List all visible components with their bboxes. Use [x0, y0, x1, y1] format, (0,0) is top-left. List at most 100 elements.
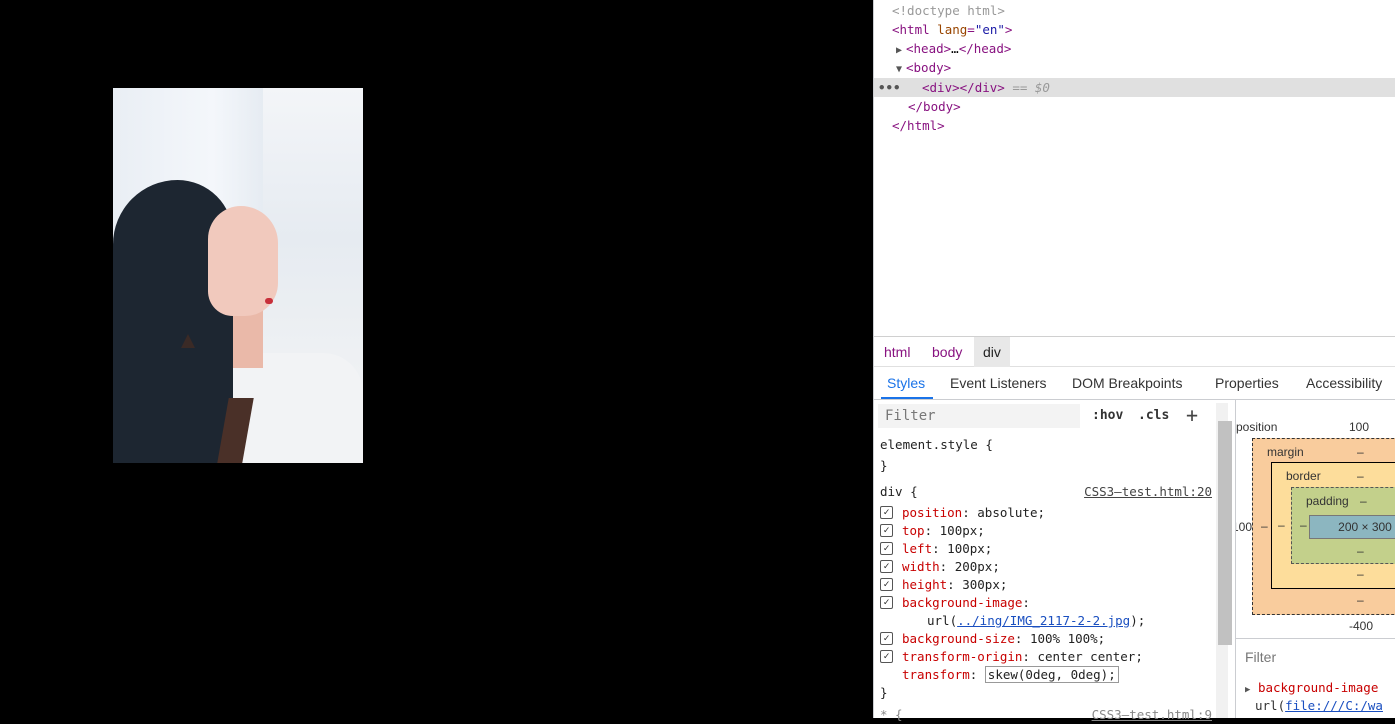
decl-checkbox[interactable]: ✓: [880, 506, 893, 519]
dom-doctype[interactable]: <!doctype html>: [874, 1, 1395, 20]
decl-position[interactable]: position: absolute;: [902, 504, 1045, 522]
transform-value-editor[interactable]: skew(0deg, 0deg);: [984, 666, 1119, 683]
attr-name: lang: [929, 22, 968, 37]
tab-accessibility[interactable]: Accessibility: [1306, 367, 1382, 399]
tab-properties[interactable]: Properties: [1215, 367, 1279, 399]
attr-value: "en": [974, 22, 1005, 37]
add-rule-icon[interactable]: +: [1186, 403, 1198, 427]
breadcrumb-html[interactable]: html: [875, 337, 919, 367]
box-model-pane: position 100 100 -400 margin – – – borde…: [1235, 400, 1395, 718]
prop-value[interactable]: absolute;: [977, 505, 1045, 520]
prop-name: transform: [902, 667, 970, 682]
sidebar-tabs: Styles Event Listeners DOM Breakpoints P…: [874, 367, 1395, 400]
computed-filter-input[interactable]: Filter: [1236, 638, 1395, 674]
styles-scrollbar[interactable]: [1216, 403, 1232, 718]
breadcrumb-body[interactable]: body: [923, 337, 971, 367]
border-top-value[interactable]: –: [1357, 469, 1364, 483]
tag-text: </div>: [959, 80, 1005, 95]
prop-value[interactable]: 200px;: [955, 559, 1000, 574]
breadcrumb-div[interactable]: div: [974, 337, 1010, 367]
div-rule-close: }: [880, 685, 888, 700]
position-bottom-value[interactable]: -400: [1349, 619, 1373, 633]
decl-height[interactable]: height: 300px;: [902, 576, 1007, 594]
content-box[interactable]: 200 × 300: [1309, 515, 1395, 539]
decl-checkbox[interactable]: ✓: [880, 542, 893, 555]
more-dots-icon[interactable]: •••: [878, 78, 901, 97]
decl-checkbox[interactable]: ✓: [880, 578, 893, 591]
devtools-panel: <!doctype html> <html lang="en"> ▶ <head>…: [873, 0, 1395, 722]
decl-transform[interactable]: transform: skew(0deg, 0deg);: [902, 666, 1119, 684]
photo-lips: [265, 298, 273, 304]
tag-text: </head>: [958, 41, 1012, 56]
computed-value: url(file:///C:/wa: [1255, 698, 1383, 713]
image-url-link[interactable]: ../ing/IMG_2117-2-2.jpg: [957, 613, 1130, 628]
decl-checkbox[interactable]: ✓: [880, 632, 893, 645]
element-style-selector[interactable]: element.style {: [880, 436, 993, 454]
padding-label: padding: [1306, 494, 1349, 508]
computed-property-name: background-image: [1257, 680, 1379, 695]
padding-top-value[interactable]: –: [1360, 494, 1367, 508]
page-viewport: [0, 0, 873, 718]
next-rule-selector[interactable]: * {: [880, 706, 903, 724]
dom-head[interactable]: ▶ <head>…</head>: [874, 39, 1395, 58]
padding-bottom-value[interactable]: –: [1357, 544, 1364, 558]
tag-text: >: [1004, 22, 1013, 37]
decl-left[interactable]: left: 100px;: [902, 540, 992, 558]
margin-label: margin: [1267, 445, 1304, 459]
tab-dom-breakpoints[interactable]: DOM Breakpoints: [1072, 367, 1182, 399]
next-rule-source-link[interactable]: CSS3—test.html:9: [1092, 706, 1212, 724]
decl-background-image[interactable]: background-image:: [902, 594, 1030, 612]
dom-body-open[interactable]: ▼ <body>: [874, 58, 1395, 77]
computed-property[interactable]: ▶ background-image: [1245, 680, 1378, 695]
decl-checkbox[interactable]: ✓: [880, 524, 893, 537]
hov-toggle[interactable]: :hov: [1092, 408, 1123, 423]
prop-name: width: [902, 559, 940, 574]
prop-value[interactable]: 100% 100%;: [1030, 631, 1105, 646]
prop-name: top: [902, 523, 925, 538]
decl-transform-origin[interactable]: transform-origin: center center;: [902, 648, 1143, 666]
dom-div-selected[interactable]: ••• <div></div> == $0: [874, 78, 1395, 97]
position-left-value[interactable]: 100: [1236, 520, 1252, 534]
border-bottom-value[interactable]: –: [1357, 567, 1364, 581]
decl-background-image-value[interactable]: url(../ing/IMG_2117-2-2.jpg);: [927, 612, 1145, 630]
tag-text: </html>: [892, 118, 945, 133]
attr-eq: =: [967, 22, 975, 37]
tab-event-listeners[interactable]: Event Listeners: [950, 367, 1047, 399]
prop-name: height: [902, 577, 948, 592]
scrollbar-thumb[interactable]: [1218, 421, 1232, 645]
decl-width[interactable]: width: 200px;: [902, 558, 1000, 576]
dom-html-close[interactable]: </html>: [874, 116, 1395, 135]
selected-marker: == $0: [1004, 80, 1050, 95]
margin-left-value[interactable]: –: [1261, 519, 1268, 533]
position-label: position: [1236, 420, 1278, 434]
prop-name: left: [902, 541, 933, 556]
computed-url-link[interactable]: file:///C:/wa: [1285, 698, 1383, 713]
border-left-value[interactable]: –: [1278, 518, 1285, 532]
div-rule-selector[interactable]: div {: [880, 483, 918, 501]
styles-filter-input[interactable]: Filter: [878, 404, 1080, 428]
prop-name: background-size: [902, 631, 1015, 646]
decl-checkbox[interactable]: ✓: [880, 596, 893, 609]
cls-toggle[interactable]: .cls: [1138, 408, 1169, 423]
decl-top[interactable]: top: 100px;: [902, 522, 985, 540]
prop-value[interactable]: 300px;: [962, 577, 1007, 592]
margin-bottom-value[interactable]: –: [1357, 593, 1364, 607]
padding-left-value[interactable]: –: [1300, 518, 1307, 532]
position-top-value[interactable]: 100: [1349, 420, 1369, 434]
expand-right-icon[interactable]: ▶: [1245, 685, 1250, 695]
prop-value[interactable]: center center;: [1037, 649, 1142, 664]
margin-top-value[interactable]: –: [1357, 445, 1364, 459]
decl-background-size[interactable]: background-size: 100% 100%;: [902, 630, 1105, 648]
prop-value[interactable]: 100px;: [947, 541, 992, 556]
dom-body-close[interactable]: </body>: [874, 97, 1395, 116]
prop-name: background-image: [902, 595, 1023, 610]
tab-styles[interactable]: Styles: [880, 367, 934, 399]
collapsed-ellipsis: …: [951, 41, 959, 56]
expand-down-icon[interactable]: ▼: [896, 60, 906, 79]
decl-checkbox[interactable]: ✓: [880, 560, 893, 573]
rule-source-link[interactable]: CSS3—test.html:20: [1084, 483, 1212, 501]
decl-checkbox[interactable]: ✓: [880, 650, 893, 663]
tag-text: <body>: [906, 60, 952, 75]
prop-value[interactable]: 100px;: [940, 523, 985, 538]
dom-html-open[interactable]: <html lang="en">: [874, 20, 1395, 39]
